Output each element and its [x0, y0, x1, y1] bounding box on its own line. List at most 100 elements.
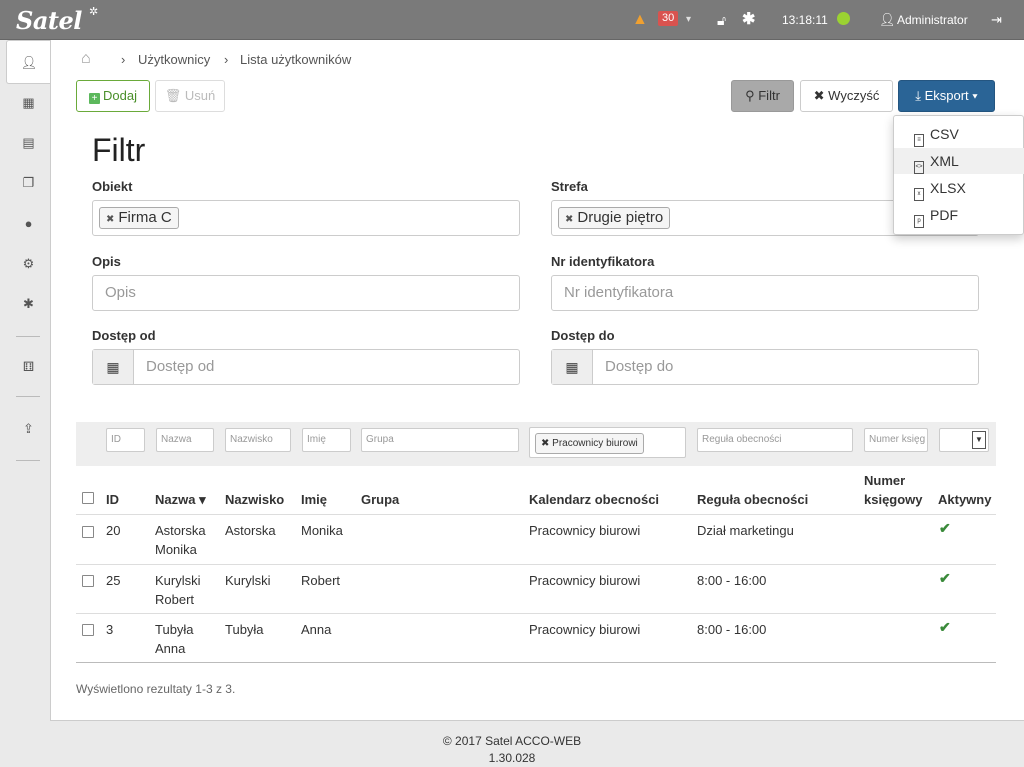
- nav-divider: [16, 336, 40, 337]
- row-name-line2: Anna: [155, 641, 186, 656]
- remove-tag-icon[interactable]: ✖: [106, 214, 114, 225]
- column-surname[interactable]: Nazwisko: [225, 492, 284, 507]
- current-user[interactable]: Administrator: [897, 0, 968, 40]
- nav-globe-icon[interactable]: ●: [8, 203, 49, 244]
- column-first-name[interactable]: Imię: [301, 492, 327, 507]
- row-first-name: Monika: [301, 523, 343, 538]
- select-all-checkbox[interactable]: [82, 492, 94, 504]
- filter-group-input[interactable]: Grupa: [361, 428, 519, 452]
- user-icon[interactable]: 👤︎: [879, 0, 896, 40]
- export-csv[interactable]: ≡ CSV: [894, 121, 1024, 147]
- nav-document-icon[interactable]: ▤: [8, 122, 49, 163]
- filter-calendar-select[interactable]: ✖ Pracownicy biurowi: [529, 427, 686, 458]
- clear-button[interactable]: ✖ Wyczyść: [800, 80, 893, 112]
- warning-icon[interactable]: ▲: [632, 0, 648, 40]
- remove-tag-icon[interactable]: ✖: [541, 438, 552, 449]
- access-to-label: Dostęp do: [551, 328, 615, 343]
- nav-cogs-icon[interactable]: ⚙︎: [8, 243, 49, 284]
- filter-active-select[interactable]: ▼: [939, 428, 989, 452]
- table-header-divider: [76, 514, 996, 515]
- filter-ledger-input[interactable]: Numer księg: [864, 428, 928, 452]
- column-calendar[interactable]: Kalendarz obecności: [529, 492, 659, 507]
- breadcrumb-separator-icon: ›: [121, 52, 126, 67]
- nav-calendar-icon[interactable]: ▦: [8, 82, 49, 123]
- row-surname: Tubyła: [225, 622, 264, 637]
- product-name: ACCO-WEB: [515, 734, 582, 748]
- filter-rule-input[interactable]: Reguła obecności: [697, 428, 853, 452]
- calendar-filter-tag[interactable]: ✖ Pracownicy biurowi: [535, 433, 644, 454]
- nav-users-icon[interactable]: 👤︎: [6, 40, 51, 84]
- chevron-down-icon[interactable]: ▼: [972, 431, 986, 449]
- object-tag[interactable]: ✖ Firma C: [99, 207, 179, 229]
- remove-tag-icon[interactable]: ✖: [565, 214, 573, 225]
- sort-desc-icon: ▾: [195, 492, 206, 507]
- alerts-dropdown-icon[interactable]: ▾: [686, 0, 691, 40]
- row-calendar: Pracownicy biurowi: [529, 523, 641, 538]
- asterisk-icon[interactable]: ✱: [742, 0, 755, 40]
- chevron-down-icon: ▾: [968, 88, 978, 103]
- page-title: Filtr: [92, 132, 146, 168]
- home-icon[interactable]: ⌂: [81, 50, 91, 68]
- zone-label: Strefa: [551, 179, 588, 194]
- row-rule: 8:00 - 16:00: [697, 573, 767, 588]
- filter-surname-input[interactable]: Nazwisko: [225, 428, 291, 452]
- export-xlsx-label: XLSX: [930, 180, 966, 196]
- row-checkbox[interactable]: [82, 526, 94, 538]
- export-csv-label: CSV: [930, 126, 959, 142]
- row-divider: [76, 564, 996, 565]
- description-input[interactable]: Opis: [92, 275, 520, 311]
- filter-first-name-input[interactable]: Imię: [302, 428, 351, 452]
- calendar-filter-tag-label: Pracownicy biurowi: [552, 438, 638, 449]
- row-divider: [76, 613, 996, 614]
- column-active[interactable]: Aktywny: [938, 492, 991, 507]
- search-icon: ⚲: [745, 88, 759, 103]
- row-name: Kurylski Robert: [155, 571, 201, 609]
- row-checkbox[interactable]: [82, 575, 94, 587]
- export-xlsx[interactable]: x XLSX: [894, 175, 1024, 201]
- logout-icon[interactable]: ⇥: [991, 0, 1002, 40]
- nav-upload-icon[interactable]: ⇪: [8, 408, 49, 449]
- export-pdf[interactable]: p PDF: [894, 202, 1024, 228]
- access-from-input[interactable]: ▦ Dostęp od: [92, 349, 520, 385]
- column-ledger[interactable]: Numer księgowy: [864, 471, 923, 509]
- export-button[interactable]: ⤓ Eksport ▾: [898, 80, 995, 112]
- row-first-name: Anna: [301, 622, 332, 637]
- filter-name-input[interactable]: Nazwa: [156, 428, 214, 452]
- zone-tag[interactable]: ✖ Drugie piętro: [558, 207, 671, 229]
- access-to-placeholder: Dostęp do: [605, 358, 674, 375]
- export-pdf-label: PDF: [930, 207, 958, 223]
- clear-button-label: Wyczyść: [828, 88, 880, 103]
- copyright: © 2017 Satel ACCO-WEB: [0, 733, 1024, 750]
- trash-icon: 🗑︎: [164, 88, 185, 103]
- calendar-icon[interactable]: ▦: [93, 350, 134, 384]
- nav-copy-icon[interactable]: ❐: [8, 162, 49, 203]
- left-navigation: 👤︎ ▦ ▤ ❐ ● ⚙︎ ✱ ⚅ ⇪: [0, 40, 51, 767]
- copyright-prefix: © 2017 Satel: [442, 734, 516, 748]
- card-number-input[interactable]: Nr identyfikatora: [551, 275, 979, 311]
- alert-count-badge[interactable]: 30: [658, 11, 679, 26]
- breadcrumb-users[interactable]: Użytkownicy: [138, 52, 210, 67]
- table-filter-row: ID Nazwa Nazwisko Imię Grupa ✖ Pracownic…: [76, 422, 996, 466]
- column-rule[interactable]: Reguła obecności: [697, 492, 808, 507]
- row-surname: Kurylski: [225, 573, 271, 588]
- calendar-icon[interactable]: ▦: [552, 350, 593, 384]
- delete-button[interactable]: 🗑︎ Usuń: [155, 80, 225, 112]
- add-button-label: Dodaj: [103, 88, 137, 103]
- filter-id-input[interactable]: ID: [106, 428, 145, 452]
- column-id[interactable]: ID: [106, 492, 119, 507]
- nav-cubes-icon[interactable]: ⚅: [8, 346, 49, 387]
- nav-settings-icon[interactable]: ✱: [8, 283, 49, 324]
- footer: © 2017 Satel ACCO-WEB 1.30.028: [0, 733, 1024, 767]
- column-name[interactable]: Nazwa ▾: [155, 492, 206, 508]
- add-button[interactable]: + Dodaj: [76, 80, 150, 112]
- row-name: Astorska Monika: [155, 521, 206, 559]
- filter-button-label: Filtr: [758, 88, 780, 103]
- unlock-icon[interactable]: 🔓︎: [717, 0, 726, 40]
- object-select[interactable]: ✖ Firma C: [92, 200, 520, 236]
- access-to-input[interactable]: ▦ Dostęp do: [551, 349, 979, 385]
- row-checkbox[interactable]: [82, 624, 94, 636]
- export-xml[interactable]: <> XML: [894, 148, 1024, 174]
- filter-button[interactable]: ⚲ Filtr: [731, 80, 794, 112]
- row-calendar: Pracownicy biurowi: [529, 622, 641, 637]
- column-group[interactable]: Grupa: [361, 492, 399, 507]
